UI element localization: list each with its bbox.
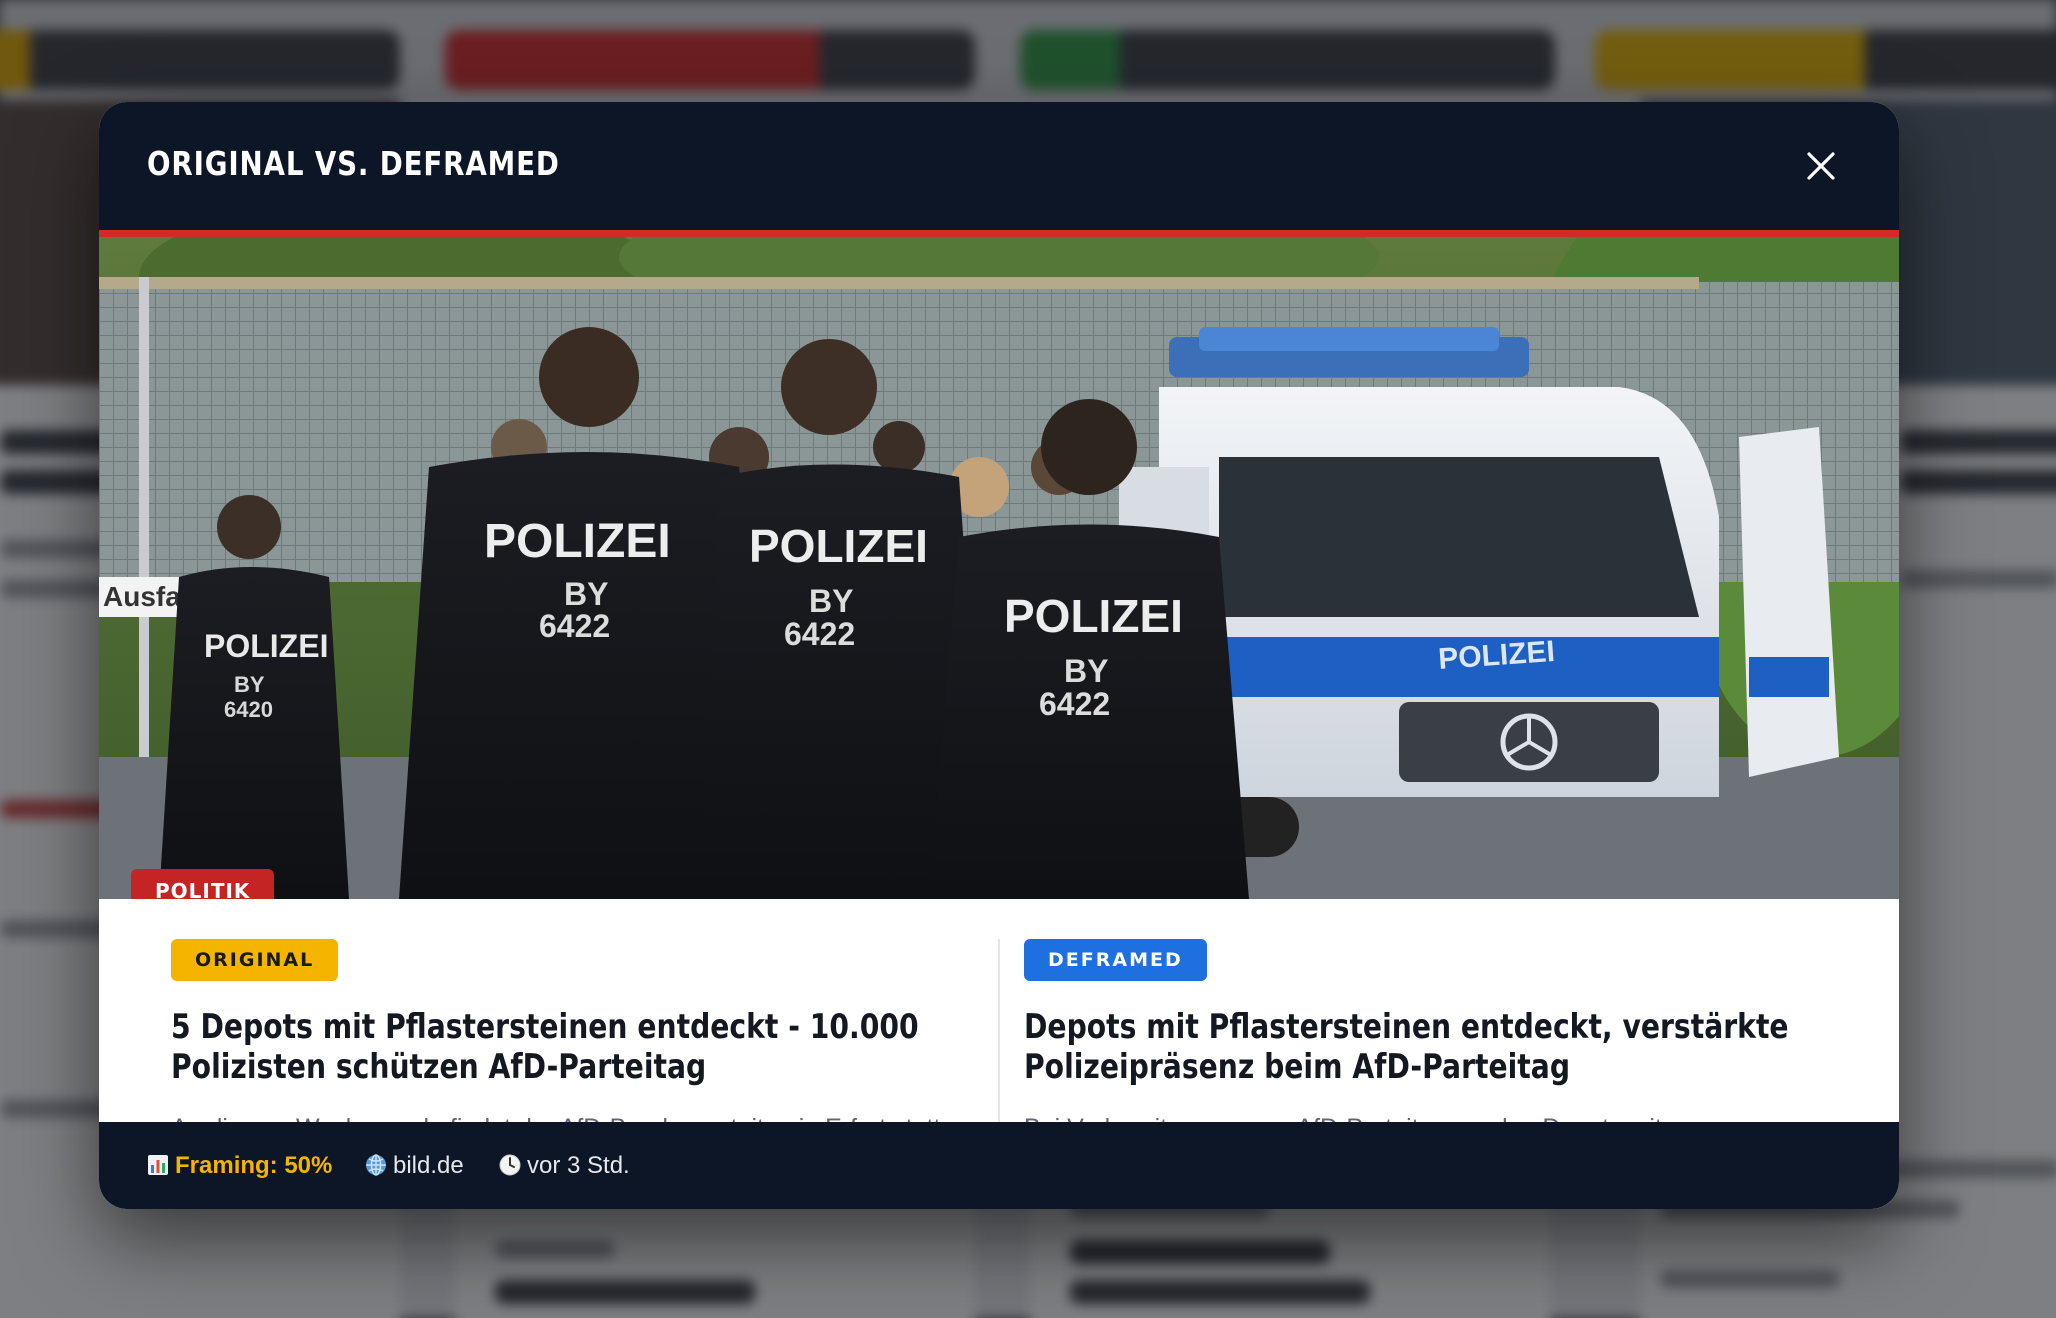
deframed-headline: Depots mit Pflastersteinen entdeckt, ver…	[1024, 1007, 1789, 1087]
framing-score: Framing: 50%	[147, 1152, 332, 1183]
svg-text:POLIZEI: POLIZEI	[484, 515, 671, 568]
accent-bar	[99, 230, 1899, 237]
modal-footer: Framing: 50% bild.de vor 3 Std.	[99, 1122, 1899, 1209]
deframed-label: DEFRAMED	[1024, 939, 1207, 981]
article-image: Ausfahrt POLIZEI POLIZEI BY 6420 POLIZEI…	[99, 237, 1899, 899]
source-text: bild.de	[393, 1152, 464, 1179]
svg-text:BY: BY	[564, 576, 608, 612]
svg-text:BY: BY	[809, 583, 853, 619]
svg-text:6422: 6422	[784, 616, 855, 652]
svg-text:6422: 6422	[539, 608, 610, 644]
svg-text:6420: 6420	[224, 697, 273, 722]
bar-chart-icon	[147, 1154, 169, 1183]
close-button[interactable]	[1801, 146, 1841, 186]
svg-text:BY: BY	[1064, 653, 1108, 689]
clock-icon	[499, 1154, 521, 1183]
globe-icon	[365, 1154, 387, 1183]
comparison-modal: ORIGINAL VS. DEFRAMED Ausfahrt POLIZEI P…	[99, 102, 1899, 1209]
svg-text:POLIZEI: POLIZEI	[204, 628, 328, 664]
timestamp: vor 3 Std.	[499, 1152, 630, 1183]
time-text: vor 3 Std.	[527, 1152, 630, 1179]
modal-title: ORIGINAL VS. DEFRAMED	[147, 144, 560, 183]
original-label: ORIGINAL	[171, 939, 339, 981]
source: bild.de	[365, 1152, 464, 1183]
svg-text:POLIZEI: POLIZEI	[1004, 590, 1183, 642]
svg-text:BY: BY	[234, 672, 265, 697]
framing-text: Framing: 50%	[175, 1152, 333, 1179]
original-headline: 5 Depots mit Pflastersteinen entdeckt - …	[171, 1007, 919, 1087]
modal-header: ORIGINAL VS. DEFRAMED	[99, 102, 1899, 230]
svg-text:6422: 6422	[1039, 686, 1110, 722]
close-icon	[1807, 152, 1835, 180]
svg-text:POLIZEI: POLIZEI	[749, 520, 928, 572]
category-badge: POLITIK	[131, 869, 275, 899]
police-scene-illustration: Ausfahrt POLIZEI POLIZEI BY 6420 POLIZEI…	[99, 237, 1899, 899]
